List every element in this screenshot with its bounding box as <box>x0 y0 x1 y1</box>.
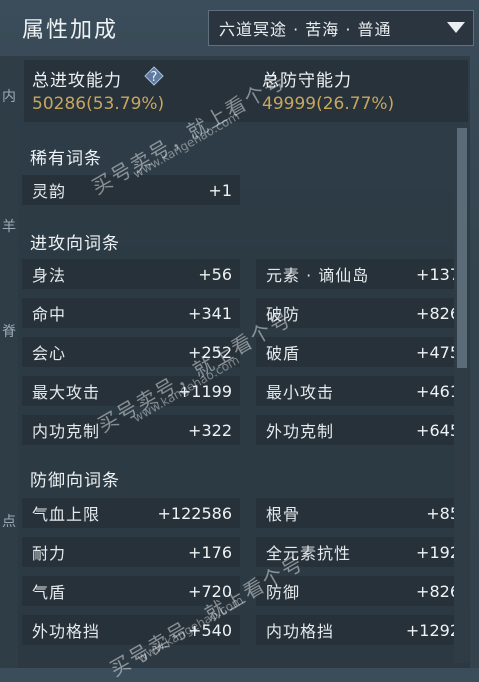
attribute-name: 灵韵 <box>32 182 67 201</box>
attribute-row: 耐力 +176 <box>22 537 240 567</box>
attribute-row: 气血上限 +122586 <box>22 498 240 528</box>
total-defense-value: 49999(26.77%) <box>262 94 395 114</box>
attribute-row: 内功格挡 +1292 <box>256 615 468 645</box>
attribute-value: +122586 <box>157 503 232 523</box>
attribute-name: 元素 · 谪仙岛 <box>266 266 370 285</box>
svg-text:?: ? <box>151 70 158 85</box>
attribute-value: +1292 <box>405 620 460 640</box>
attribute-value: +56 <box>198 264 232 284</box>
section-defense-title: 防御向词条 <box>30 471 120 491</box>
section-rare-title: 稀有词条 <box>30 149 102 169</box>
attribute-name: 内功克制 <box>32 422 101 441</box>
attribute-name: 根骨 <box>266 505 301 524</box>
chevron-down-icon <box>447 22 465 33</box>
total-attack-value: 50286(53.79%) <box>32 94 165 114</box>
attribute-name: 外功格挡 <box>32 622 101 641</box>
attribute-name: 破盾 <box>266 344 301 363</box>
attribute-name: 外功克制 <box>266 422 335 441</box>
attribute-value: +1 <box>208 180 232 200</box>
total-attack-label: 总进攻能力 <box>32 71 122 91</box>
attribute-name: 会心 <box>32 344 67 363</box>
attribute-row: 根骨 +85 <box>256 498 468 528</box>
attribute-row: 元素 · 谪仙岛 +137 <box>256 259 468 289</box>
server-dropdown-value: 六道冥途 · 苦海 · 普通 <box>219 20 392 39</box>
attribute-row: 身法 +56 <box>22 259 240 289</box>
attribute-name: 气血上限 <box>32 505 101 524</box>
attribute-name: 最大攻击 <box>32 383 101 402</box>
background-window-edge: 内 羊 脊 点 <box>0 56 18 668</box>
help-icon[interactable]: ? <box>144 66 164 86</box>
attribute-row: 命中 +341 <box>22 298 240 328</box>
attribute-row: 破盾 +475 <box>256 337 468 367</box>
server-dropdown[interactable]: 六道冥途 · 苦海 · 普通 <box>208 10 474 46</box>
attribute-name: 命中 <box>32 305 67 324</box>
page-title: 属性加成 <box>22 18 119 43</box>
scrollbar-thumb[interactable] <box>457 128 467 368</box>
scrollbar[interactable] <box>454 128 469 663</box>
attribute-value: +341 <box>188 303 232 323</box>
attribute-name: 身法 <box>32 266 67 285</box>
attribute-row: 外功克制 +645 <box>256 415 468 445</box>
attribute-row: 最小攻击 +461 <box>256 376 468 406</box>
attribute-value: +176 <box>188 542 232 562</box>
attribute-value: +322 <box>188 420 232 440</box>
attribute-name: 耐力 <box>32 544 67 563</box>
section-attack-title: 进攻向词条 <box>30 234 120 254</box>
attribute-name: 气盾 <box>32 583 67 602</box>
attribute-name: 内功格挡 <box>266 622 335 641</box>
attribute-name: 最小攻击 <box>266 383 335 402</box>
